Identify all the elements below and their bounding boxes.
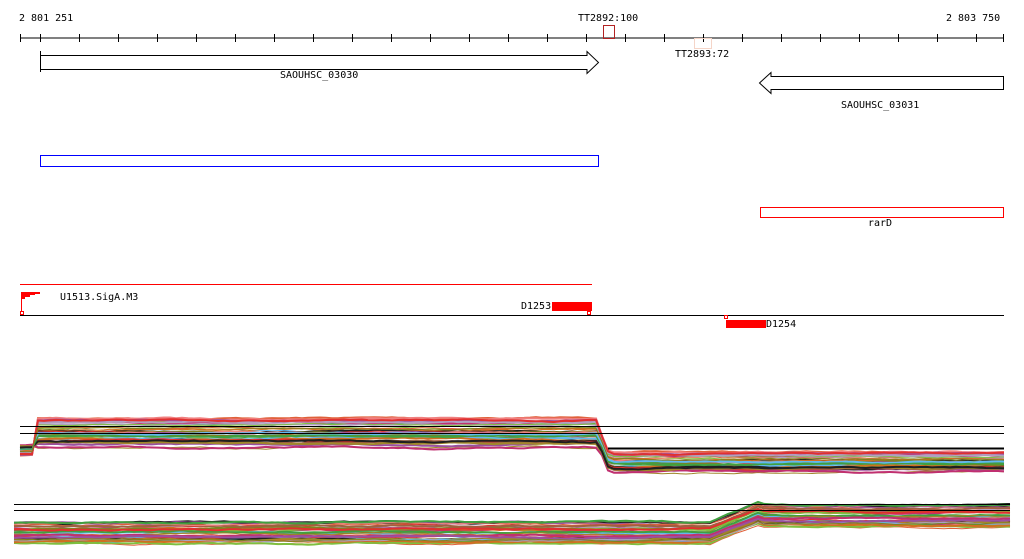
segment-d1254-label[interactable]: D1254 [766,319,796,331]
expression-plot-bottom [13,500,1011,546]
genome-browser-canvas [13,25,1011,546]
rard-feature[interactable] [760,207,1004,218]
segment-d1254-bar[interactable] [726,320,766,328]
gene-arrow-saouhsc-03031[interactable] [758,71,1004,95]
promoter-label[interactable]: U1513.SigA.M3 [60,292,138,304]
gene-label-saouhsc-03030[interactable]: SAOUHSC_03030 [280,70,358,82]
terminator-tt2892-label[interactable]: TT2892:100 [578,13,638,25]
segment-d1253-bar[interactable] [552,302,592,311]
segment-d1253-label[interactable]: D1253 [521,301,551,313]
expression-plot-top [19,416,1005,475]
coordinate-ruler [20,34,1004,42]
terminator-tt2892-box[interactable] [603,25,615,39]
blue-feature[interactable] [40,155,599,167]
ruler-end-label: 2 803 750 [946,13,1001,24]
ruler-start-label: 2 801 251 [19,13,74,24]
promoter-triangle[interactable] [21,292,40,299]
gene-label-saouhsc-03031[interactable]: SAOUHSC_03031 [841,100,919,112]
rard-label[interactable]: rarD [868,218,892,230]
terminator-tt2893-label[interactable]: TT2893:72 [675,49,729,61]
